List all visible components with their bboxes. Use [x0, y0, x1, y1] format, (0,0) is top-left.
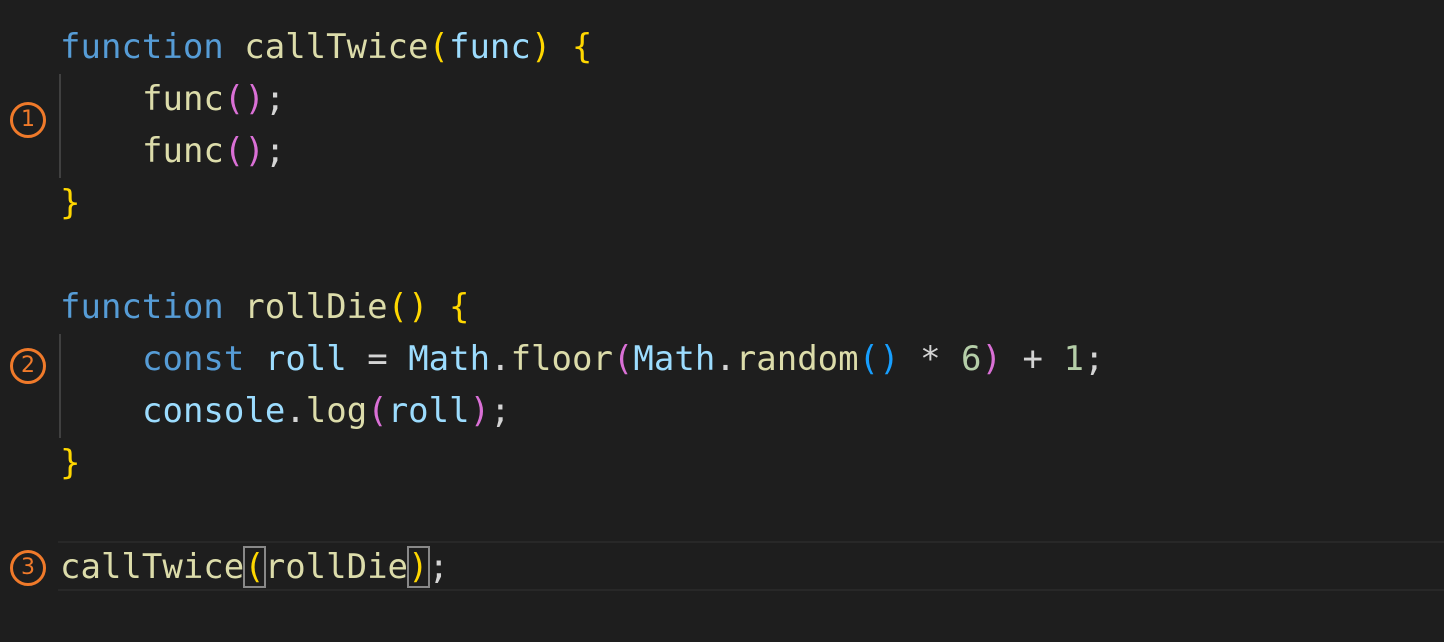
- paren-open: (: [612, 339, 634, 379]
- paren-close: ): [244, 131, 265, 171]
- paren-close: ): [408, 287, 429, 327]
- paren-close-matched: ): [406, 546, 430, 588]
- paren-close: ): [879, 339, 900, 379]
- method-log: log: [305, 391, 368, 431]
- variable-roll: roll: [264, 339, 347, 379]
- code-line-11[interactable]: callTwice(rollDie);: [60, 541, 449, 593]
- function-call: callTwice: [60, 547, 245, 587]
- dot: .: [490, 339, 511, 379]
- method-floor: floor: [510, 339, 613, 379]
- brace-open: {: [571, 27, 593, 67]
- object-console: console: [142, 391, 286, 431]
- code-line-4[interactable]: }: [60, 177, 80, 229]
- paren-close: ): [244, 79, 265, 119]
- paren-open: (: [387, 287, 409, 327]
- function-call: func: [142, 79, 224, 119]
- keyword-function: function: [60, 287, 224, 327]
- code-editor[interactable]: 1 2 3 function callTwice(func) { func();…: [0, 0, 1444, 642]
- number-literal: 6: [961, 339, 982, 379]
- code-line-2[interactable]: func();: [60, 73, 285, 125]
- step-marker-1: 1: [10, 102, 46, 138]
- brace-open: {: [449, 287, 470, 327]
- parameter: func: [448, 27, 531, 67]
- keyword-const: const: [142, 339, 245, 379]
- code-line-6[interactable]: function rollDie() {: [60, 281, 469, 333]
- object-math: Math: [408, 339, 491, 379]
- code-line-7[interactable]: const roll = Math.floor(Math.random() * …: [60, 333, 1104, 385]
- code-line-9[interactable]: }: [60, 437, 80, 489]
- object-math: Math: [633, 339, 716, 379]
- step-marker-3: 3: [10, 550, 46, 586]
- method-random: random: [735, 339, 859, 379]
- function-call: func: [142, 131, 224, 171]
- code-line-3[interactable]: func();: [60, 125, 285, 177]
- paren-open: (: [858, 339, 880, 379]
- number-literal: 1: [1063, 339, 1084, 379]
- semicolon: ;: [428, 547, 449, 587]
- operator-multiply: *: [920, 339, 941, 379]
- code-line-8[interactable]: console.log(roll);: [60, 385, 511, 437]
- paren-open: (: [428, 27, 449, 67]
- brace-close: }: [60, 183, 81, 223]
- paren-close: ): [981, 339, 1002, 379]
- paren-close: ): [469, 391, 491, 431]
- operator-assign: =: [367, 339, 388, 379]
- step-marker-2: 2: [10, 348, 46, 384]
- keyword-function: function: [60, 27, 224, 67]
- dot: .: [715, 339, 736, 379]
- argument-roll: roll: [387, 391, 470, 431]
- function-name: rollDie: [244, 287, 388, 327]
- function-name: callTwice: [244, 27, 429, 67]
- paren-open-matched: (: [243, 546, 266, 588]
- dot: .: [285, 391, 306, 431]
- semicolon: ;: [264, 79, 286, 119]
- paren-open: (: [367, 391, 388, 431]
- argument-rolldie: rollDie: [264, 547, 409, 587]
- brace-close: }: [60, 443, 81, 483]
- semicolon: ;: [1083, 339, 1105, 379]
- semicolon: ;: [490, 391, 511, 431]
- semicolon: ;: [264, 131, 286, 171]
- operator-plus: +: [1022, 339, 1043, 379]
- paren-open: (: [223, 79, 245, 119]
- code-line-1[interactable]: function callTwice(func) {: [60, 21, 592, 73]
- paren-open: (: [223, 131, 245, 171]
- paren-close: ): [530, 27, 552, 67]
